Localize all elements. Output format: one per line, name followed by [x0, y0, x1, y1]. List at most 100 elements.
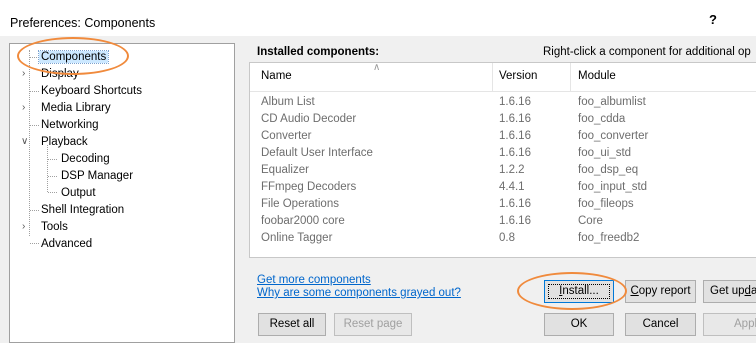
table-row[interactable]: CD Audio Decoder 1.6.16 foo_cdda — [250, 112, 756, 129]
tree-item-label: DSP Manager — [61, 170, 134, 182]
table-header: Name ∧ Version Module — [250, 63, 756, 92]
tree-item-label: Advanced — [41, 238, 93, 250]
component-name: FFmpeg Decoders — [261, 181, 357, 193]
chevron-right-icon[interactable]: › — [22, 100, 25, 116]
tree-item-label: Output — [61, 187, 96, 199]
column-header-name[interactable]: Name — [261, 70, 292, 82]
component-version: 1.6.16 — [499, 147, 531, 159]
tree-item-label: Media Library — [41, 102, 111, 114]
help-links: Get more components Why are some compone… — [257, 274, 461, 300]
tree-item-tools[interactable]: Tools — [41, 219, 68, 235]
context-menu-hint: Right-click a component for additional o… — [543, 46, 751, 58]
get-updates-label-post: ates — [751, 285, 756, 297]
component-module: foo_cdda — [578, 113, 626, 125]
component-name: Equalizer — [261, 164, 309, 176]
tree-item-networking[interactable]: Networking — [41, 117, 99, 133]
component-module: foo_albumlist — [578, 96, 646, 108]
tree-connector — [47, 145, 48, 192]
table-row[interactable]: File Operations 1.6.16 foo_fileops — [250, 197, 756, 214]
copy-report-accelerator: C — [630, 285, 639, 297]
component-name: File Operations — [261, 198, 339, 210]
copy-report-button[interactable]: Copy report — [625, 280, 696, 303]
component-version: 4.4.1 — [499, 181, 525, 193]
tree-item-playback[interactable]: Playback — [41, 134, 88, 150]
column-header-version[interactable]: Version — [499, 70, 537, 82]
reset-all-button[interactable]: Reset all — [258, 313, 326, 336]
chevron-right-icon[interactable]: › — [22, 219, 25, 235]
tree-item-decoding[interactable]: Decoding — [61, 151, 110, 167]
component-name: Online Tagger — [261, 232, 333, 244]
component-module: foo_freedb2 — [578, 232, 640, 244]
component-name: foobar2000 core — [261, 215, 345, 227]
column-divider[interactable] — [570, 63, 571, 91]
tree-item-media-library[interactable]: Media Library — [41, 100, 111, 116]
component-version: 1.6.16 — [499, 215, 531, 227]
tree-connector — [48, 176, 57, 177]
table-row[interactable]: FFmpeg Decoders 4.4.1 foo_input_std — [250, 180, 756, 197]
tree-connector — [29, 50, 30, 236]
apply-button[interactable]: Apply — [703, 313, 756, 336]
component-module: foo_ui_std — [578, 147, 632, 159]
tree-item-advanced[interactable]: Advanced — [41, 236, 92, 252]
tree-item-label: Decoding — [61, 153, 110, 165]
tree-item-label: Shell Integration — [41, 204, 125, 216]
column-divider[interactable] — [492, 63, 493, 91]
tree-connector — [30, 210, 39, 211]
window-title: Preferences: Components — [10, 16, 156, 30]
table-row[interactable]: Converter 1.6.16 foo_converter — [250, 129, 756, 146]
tree-connector — [30, 91, 39, 92]
install-button[interactable]: Install... — [544, 280, 614, 303]
tree-item-label: Keyboard Shortcuts — [41, 85, 143, 97]
chevron-down-icon[interactable]: ∨ — [21, 134, 28, 150]
component-module: Core — [578, 215, 603, 227]
component-version: 0.8 — [499, 232, 515, 244]
cancel-button[interactable]: Cancel — [625, 313, 696, 336]
grayed-out-help-link[interactable]: Why are some components grayed out? — [257, 287, 461, 300]
table-row[interactable]: Online Tagger 0.8 foo_freedb2 — [250, 231, 756, 248]
get-updates-label-pre: Get up — [710, 285, 745, 297]
sort-ascending-icon: ∧ — [373, 62, 381, 73]
tree-item-output[interactable]: Output — [61, 185, 96, 201]
installed-components-heading: Installed components: — [257, 46, 380, 58]
component-name: Default User Interface — [261, 147, 373, 159]
components-table[interactable]: Name ∧ Version Module Album List 1.6.16 … — [249, 62, 756, 258]
tree-item-label: Tools — [41, 221, 68, 233]
help-button[interactable]: ? — [709, 12, 717, 27]
tree-connector — [30, 243, 39, 244]
component-version: 1.6.16 — [499, 113, 531, 125]
ok-button[interactable]: OK — [544, 313, 614, 336]
component-module: foo_converter — [578, 130, 649, 142]
tree-item-label: Components — [37, 50, 110, 64]
table-row[interactable]: foobar2000 core 1.6.16 Core — [250, 214, 756, 231]
apply-label: Apply — [734, 318, 756, 330]
table-row[interactable]: Equalizer 1.2.2 foo_dsp_eq — [250, 163, 756, 180]
component-version: 1.6.16 — [499, 130, 531, 142]
tree-item-display[interactable]: Display — [41, 66, 79, 82]
tree-item-keyboard-shortcuts[interactable]: Keyboard Shortcuts — [41, 83, 142, 99]
table-row[interactable]: Album List 1.6.16 foo_albumlist — [250, 95, 756, 112]
ok-label: OK — [570, 318, 588, 330]
column-header-module[interactable]: Module — [578, 70, 616, 82]
tree-connector — [48, 159, 57, 160]
tree-item-components[interactable]: Components — [37, 49, 110, 65]
component-version: 1.6.16 — [499, 198, 531, 210]
tree-connector — [30, 57, 39, 58]
title-bar: Preferences: Components ? — [0, 0, 756, 36]
get-more-components-link[interactable]: Get more components — [257, 274, 461, 287]
component-version: 1.2.2 — [499, 164, 525, 176]
tree-item-label: Playback — [41, 136, 88, 148]
preferences-tree[interactable]: Components › Display Keyboard Shortcuts … — [9, 43, 235, 343]
get-updates-button[interactable]: Get updates — [703, 280, 756, 303]
reset-page-button[interactable]: Reset page — [334, 313, 412, 336]
tree-item-label: Networking — [41, 119, 99, 131]
tree-connector — [30, 125, 39, 126]
chevron-right-icon[interactable]: › — [22, 66, 25, 82]
copy-report-label-post: opy report — [638, 285, 691, 297]
tree-item-dsp-manager[interactable]: DSP Manager — [61, 168, 133, 184]
cancel-label: Cancel — [642, 318, 679, 330]
component-module: foo_fileops — [578, 198, 634, 210]
component-module: foo_dsp_eq — [578, 164, 639, 176]
table-row[interactable]: Default User Interface 1.6.16 foo_ui_std — [250, 146, 756, 163]
tree-item-shell-integration[interactable]: Shell Integration — [41, 202, 124, 218]
reset-page-label: Reset page — [343, 318, 403, 330]
